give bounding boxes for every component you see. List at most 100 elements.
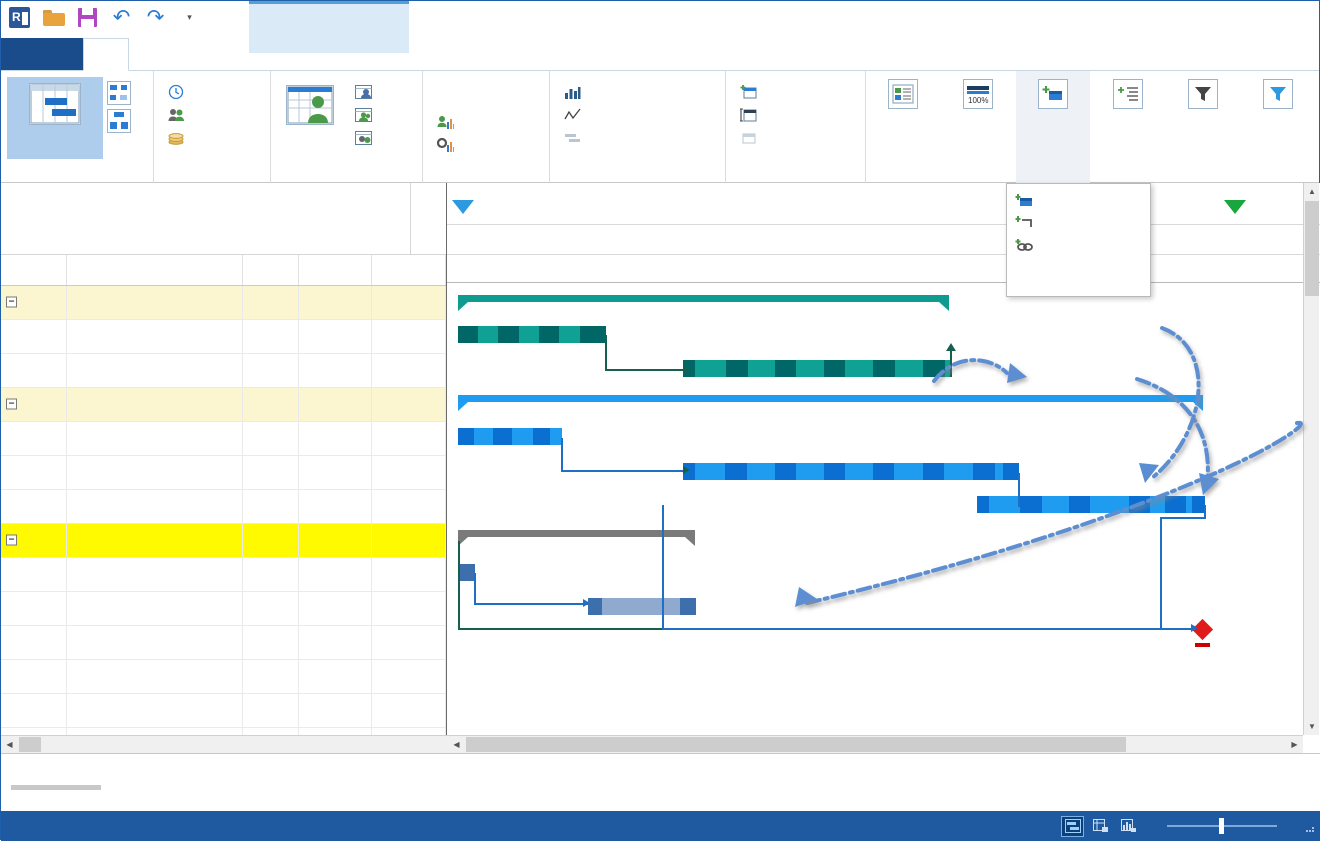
schedule-icon: 100% xyxy=(963,79,993,109)
table-horizontal-scrollbar[interactable]: ◀ xyxy=(1,735,448,753)
horizontal-scroll-thumb[interactable] xyxy=(466,737,1126,752)
row-name xyxy=(66,421,243,456)
table-row[interactable] xyxy=(1,659,447,694)
table-horizontal-scroll-thumb[interactable] xyxy=(19,737,41,752)
table-scroll-left-icon[interactable]: ◀ xyxy=(1,736,18,753)
menu-footer-einfuegen[interactable] xyxy=(1007,256,1150,266)
kostendiagramm-button[interactable] xyxy=(560,106,599,124)
table-view-icon[interactable] xyxy=(1090,817,1111,836)
bar-sanitaer-fertiginstallation[interactable] xyxy=(683,360,951,377)
rollen-button[interactable] xyxy=(351,83,390,101)
table-row[interactable]: − xyxy=(1,285,447,320)
verwalten-view-button[interactable] xyxy=(736,106,775,124)
undo-icon[interactable]: ↶ xyxy=(109,5,134,30)
zoom-slider-thumb[interactable] xyxy=(1219,818,1224,834)
row-nr-cell[interactable]: − xyxy=(1,387,67,422)
aufwand-button[interactable] xyxy=(164,106,195,124)
zeit-button[interactable] xyxy=(164,83,195,101)
tab-start[interactable] xyxy=(83,38,129,71)
scroll-right-icon[interactable]: ▶ xyxy=(1286,736,1303,753)
scrollen-button[interactable] xyxy=(1241,71,1315,118)
tab-projekt[interactable] xyxy=(129,38,173,71)
personal-view-button[interactable] xyxy=(277,77,343,159)
table-row[interactable] xyxy=(1,489,447,524)
maschinen-button[interactable] xyxy=(433,137,464,155)
menu-item-verknuepfung[interactable] xyxy=(1007,234,1150,256)
minimize-button[interactable] xyxy=(1179,1,1225,33)
col-nr[interactable] xyxy=(1,255,67,286)
save-view-icon xyxy=(740,84,757,100)
bar-phase-2[interactable] xyxy=(458,395,1203,402)
table-row[interactable] xyxy=(1,455,447,490)
menu-item-teilprojekt[interactable] xyxy=(1007,212,1150,234)
col-ende[interactable] xyxy=(371,255,447,286)
table-row[interactable] xyxy=(1,353,447,388)
redo-icon[interactable]: ↷ xyxy=(143,5,168,30)
expander-icon[interactable]: − xyxy=(6,296,17,308)
tab-datei[interactable] xyxy=(1,38,83,71)
zoom-slider[interactable] xyxy=(1167,818,1277,834)
balkendiagramm-button[interactable] xyxy=(7,77,103,159)
table-row[interactable] xyxy=(1,591,447,626)
strukturplan-icon[interactable] xyxy=(107,109,131,133)
zeitplan-button[interactable]: 100% xyxy=(941,71,1015,118)
bar-phase-1[interactable] xyxy=(458,295,949,302)
table-row[interactable]: − xyxy=(1,387,447,422)
netzplan-icon[interactable] xyxy=(107,81,131,105)
table-row[interactable] xyxy=(1,319,447,354)
save-icon[interactable] xyxy=(75,5,100,30)
kosten-button[interactable] xyxy=(164,129,195,147)
qat-more-icon[interactable]: ▾ xyxy=(177,5,202,30)
table-row[interactable] xyxy=(1,625,447,660)
bar-materialkontrolle[interactable] xyxy=(458,564,475,581)
bar-phase-3[interactable] xyxy=(458,530,695,537)
resize-grip-icon[interactable] xyxy=(1305,821,1315,832)
scroll-left-icon[interactable]: ◀ xyxy=(448,736,465,753)
table-row[interactable] xyxy=(1,557,447,592)
expander-icon[interactable]: − xyxy=(6,534,17,546)
link-line xyxy=(458,541,460,629)
col-dauer[interactable] xyxy=(242,255,300,286)
tab-format[interactable] xyxy=(203,38,247,71)
expander-icon[interactable]: − xyxy=(6,398,17,410)
gantt-view-icon[interactable] xyxy=(1061,815,1084,837)
table-row[interactable] xyxy=(1,693,447,728)
vertical-scroll-thumb[interactable] xyxy=(1305,201,1319,296)
chart-view-icon[interactable] xyxy=(1118,817,1139,836)
speichern-view-button[interactable] xyxy=(736,83,775,101)
ressourcendiagramm-button[interactable] xyxy=(560,83,599,101)
application-window: ↶ ↷ ▾ xyxy=(0,0,1320,841)
ribbon-group-benutzeransichten xyxy=(725,71,865,183)
close-button[interactable] xyxy=(1271,1,1317,33)
task-table-pane: − − − xyxy=(1,183,447,762)
row-nr-cell[interactable]: − xyxy=(1,523,67,558)
bar-montage[interactable] xyxy=(977,496,1205,513)
bar-fliesenarbeiten[interactable] xyxy=(683,463,1019,480)
table-row[interactable]: − xyxy=(1,523,447,558)
eigenschaften-button[interactable] xyxy=(866,71,940,118)
gantt-view-icon xyxy=(29,83,81,125)
maximize-button[interactable] xyxy=(1225,1,1271,33)
scroll-down-icon[interactable]: ▼ xyxy=(1304,718,1320,735)
col-anfang[interactable] xyxy=(298,255,372,286)
bar-sanitaer-rohinstallation[interactable] xyxy=(458,326,606,343)
kapazitaet-personal-button[interactable] xyxy=(433,114,464,132)
col-name[interactable] xyxy=(66,255,243,286)
gliederung-button[interactable] xyxy=(1091,71,1165,118)
scroll-up-icon[interactable]: ▲ xyxy=(1304,183,1320,200)
bar-bodenbelag[interactable] xyxy=(588,598,696,615)
gantt-day-row xyxy=(447,225,1320,255)
bearbeiten-button[interactable] xyxy=(1166,71,1240,118)
bar-heizung-rohinstallation[interactable] xyxy=(458,428,562,445)
horizontal-scrollbar[interactable]: ◀ ▶ xyxy=(448,735,1303,753)
bottom-tab-underline xyxy=(11,785,101,790)
menu-item-vorgang[interactable] xyxy=(1007,190,1150,212)
row-name xyxy=(66,625,243,660)
table-row[interactable] xyxy=(1,421,447,456)
row-nr-cell[interactable]: − xyxy=(1,285,67,320)
andere-button[interactable] xyxy=(351,129,390,147)
vertical-scrollbar[interactable]: ▲ ▼ xyxy=(1303,183,1319,735)
einfuegen-button[interactable] xyxy=(1016,71,1090,183)
team-button[interactable] xyxy=(351,106,390,124)
open-icon[interactable] xyxy=(41,5,66,30)
